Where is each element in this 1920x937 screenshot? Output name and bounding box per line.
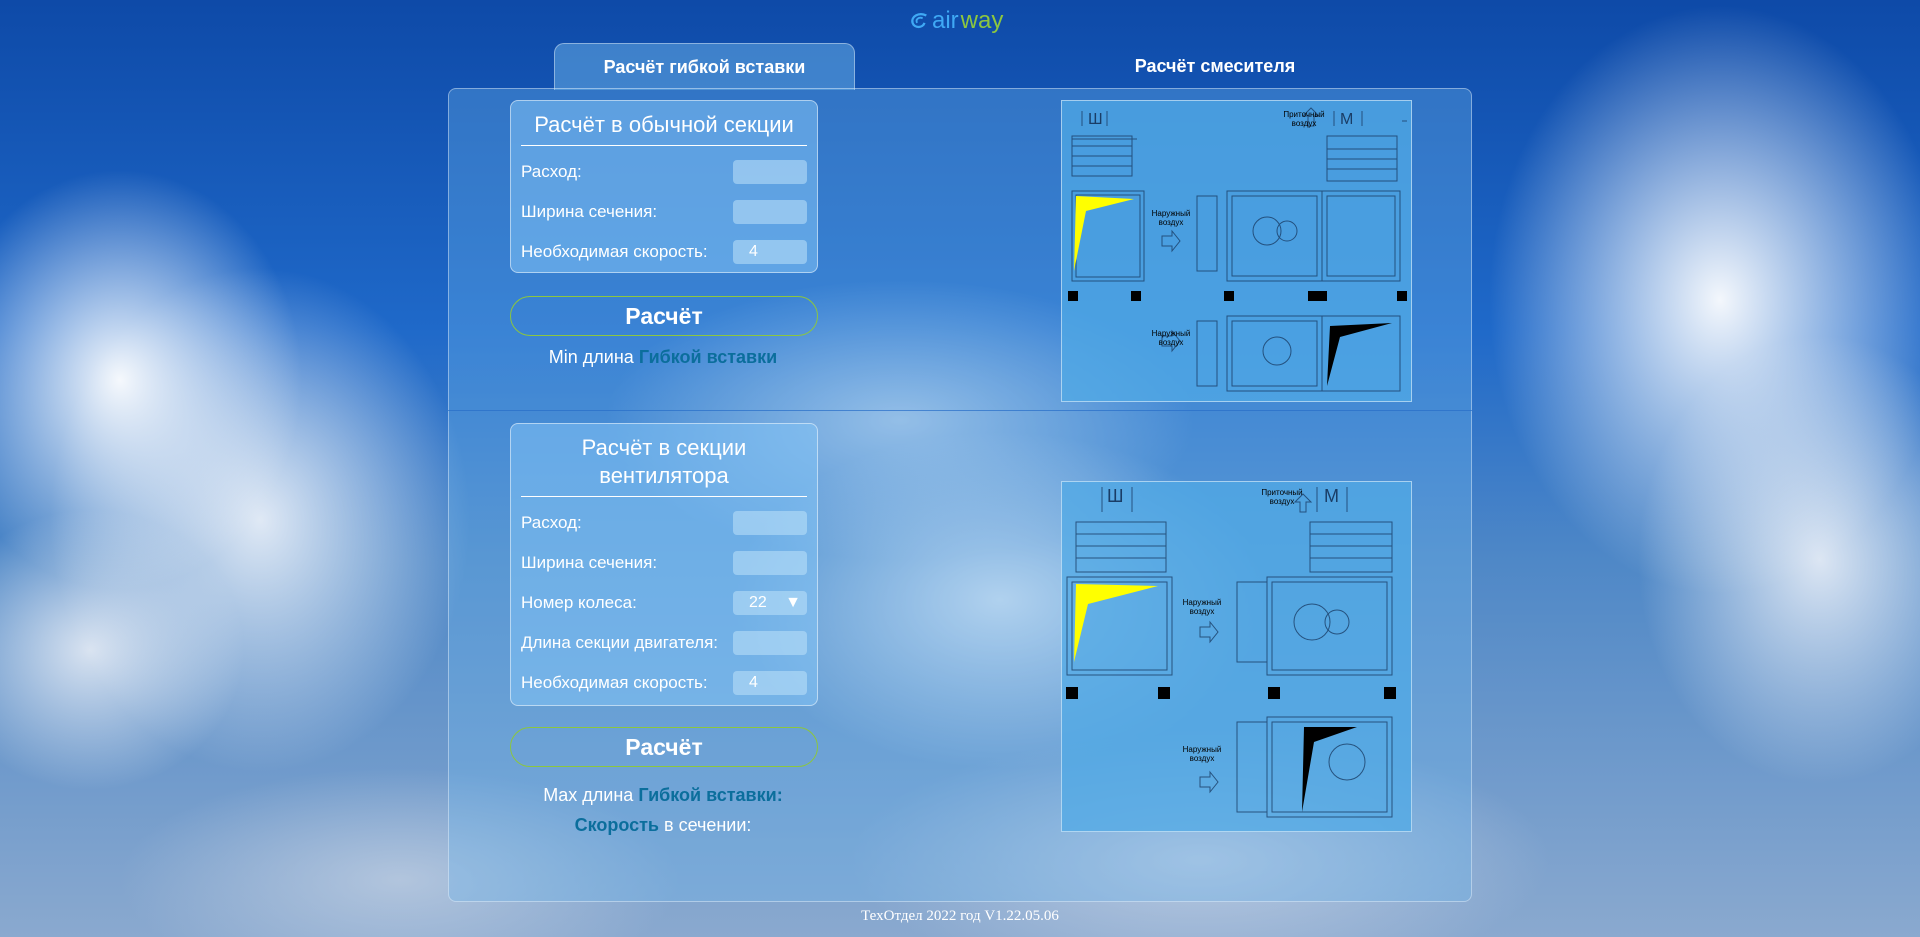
calculate-button-2[interactable]: Расчёт [510,727,818,767]
field-flow: Расход: [521,503,807,543]
flex-insert-mark [1074,196,1134,271]
field-speed: Необходимая скорость: 4 [521,232,807,272]
normal-section-card: Расчёт в обычной секции Расход: Ширина с… [510,100,818,273]
field-label: Расход: [521,162,582,181]
wheel-number-value: 22 [749,594,767,611]
airway-logo: air way [908,6,1018,36]
field-motor-length: Длина секции двигателя: [521,623,807,663]
field-flow: Расход: [521,152,807,192]
flex-insert-mark [1074,584,1158,662]
normal-section-diagram: Приточный воздух Наружный воздух Наружны… [1061,100,1412,402]
speed-input[interactable]: 4 [733,671,807,695]
width-input[interactable] [733,200,807,224]
motor-length-input[interactable] [733,631,807,655]
result-highlight: Гибкой вставки [638,347,778,367]
flow-input[interactable] [733,160,807,184]
logo-text-air: air [932,7,959,34]
width-input[interactable] [733,551,807,575]
normal-section-title: Расчёт в обычной секции [521,101,807,146]
min-length-result: Min длина Гибкой вставки [448,347,878,368]
normal-section-drawing [1068,107,1407,392]
calculate-button-1[interactable]: Расчёт [510,296,818,336]
field-label: Номер колеса: [521,593,637,612]
outdoor-air-label: Наружный воздух [1151,329,1191,347]
field-label: Расход: [521,513,582,532]
dropdown-arrow-icon: ▼ [785,594,801,611]
speed-input[interactable]: 4 [733,240,807,264]
m-symbol: М [1340,111,1354,128]
width-symbol: Ш [1107,486,1124,506]
tab-flex-insert[interactable]: Расчёт гибкой вставки [554,43,855,90]
result-suffix: в сечении: [659,815,752,835]
m-symbol: М [1324,486,1339,506]
field-width: Ширина сечения: [521,543,807,583]
logo-text-way: way [960,7,1004,34]
wheel-number-select[interactable]: 22 ▼ [733,591,807,615]
supply-air-label: Приточный воздух [1261,488,1303,506]
speed-result: Скорость в сечении: [448,815,878,836]
result-prefix: Min длина [548,347,639,367]
max-length-result: Max длина Гибкой вставки: [448,785,878,806]
tab-mixer[interactable]: Расчёт смесителя [1080,43,1350,89]
field-label: Ширина сечения: [521,202,658,221]
field-wheel: Номер колеса: 22 ▼ [521,583,807,623]
section-divider [448,410,1472,411]
width-symbol: Ш [1088,111,1103,128]
field-speed: Необходимая скорость: 4 [521,663,807,703]
outdoor-air-label: Наружный воздух [1182,745,1222,763]
footer-version: ТехОтдел 2022 год V1.22.05.06 [861,908,1059,924]
supply-air-label: Приточный воздух [1283,110,1325,128]
fan-section-diagram: Приточный воздух Наружный воздух Наружны… [1061,481,1412,832]
field-label: Ширина сечения: [521,553,658,572]
field-label: Длина секции двигателя: [521,633,719,652]
fan-section-drawing [1066,487,1396,818]
result-highlight: Скорость [574,815,659,835]
outdoor-air-label: Наружный воздух [1151,209,1191,227]
field-width: Ширина сечения: [521,192,807,232]
fan-section-title: Расчёт в секции вентилятора [521,424,807,497]
swirl-icon [911,13,927,29]
flow-input[interactable] [733,511,807,535]
outdoor-air-label: Наружный воздух [1182,598,1222,616]
field-label: Необходимая скорость: [521,673,708,692]
result-highlight: Гибкой вставки: [638,785,783,805]
field-label: Необходимая скорость: [521,242,708,261]
result-prefix: Max длина [543,785,639,805]
fan-section-card: Расчёт в секции вентилятора Расход: Шири… [510,423,818,706]
